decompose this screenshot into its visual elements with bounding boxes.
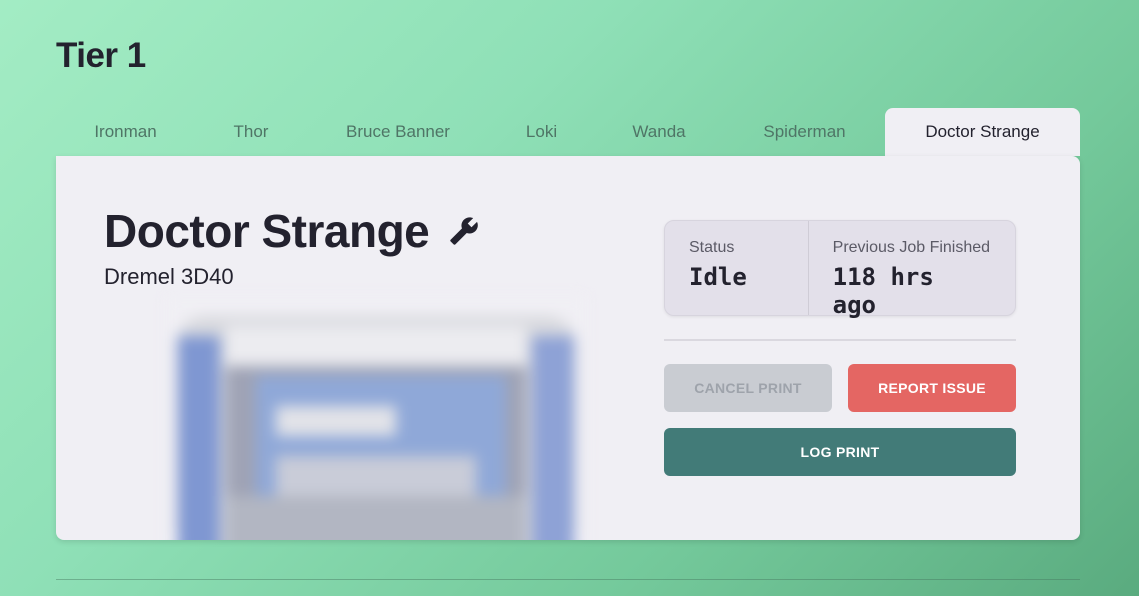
log-print-button[interactable]: LOG PRINT [664,428,1016,476]
report-issue-button[interactable]: REPORT ISSUE [848,364,1016,412]
tab-wanda[interactable]: Wanda [594,108,724,156]
printer-model: Dremel 3D40 [104,264,234,289]
bottom-divider [56,579,1080,580]
tab-spiderman[interactable]: Spiderman [724,108,885,156]
printer-name: Doctor Strange [104,205,430,257]
tab-thor[interactable]: Thor [195,108,307,156]
previous-job-label: Previous Job Finished [832,239,991,256]
cancel-print-button[interactable]: CANCEL PRINT [664,364,832,412]
status-card: Status Idle Previous Job Finished 118 hr… [664,220,1016,319]
tab-ironman[interactable]: Ironman [56,108,195,156]
tab-bruce-banner[interactable]: Bruce Banner [307,108,489,156]
status-value: Idle [689,263,747,291]
tab-loki[interactable]: Loki [489,108,594,156]
previous-job-stat: Previous Job Finished 118 hrs ago [809,221,1015,319]
divider [664,339,1016,341]
status-label: Status [689,239,735,256]
printer-photo [166,296,586,540]
printer-tabs: Ironman Thor Bruce Banner Loki Wanda Spi… [56,108,1080,156]
printer-name-heading: Doctor Strange [104,204,479,258]
wrench-icon[interactable] [449,216,479,246]
page-title: Tier 1 [56,36,146,75]
status-stat: Status Idle [665,221,809,315]
printer-panel: Doctor Strange Dremel 3D40 Status Idle P… [56,156,1080,540]
previous-job-value: 118 hrs ago [832,263,934,319]
tab-doctor-strange[interactable]: Doctor Strange [885,108,1080,156]
